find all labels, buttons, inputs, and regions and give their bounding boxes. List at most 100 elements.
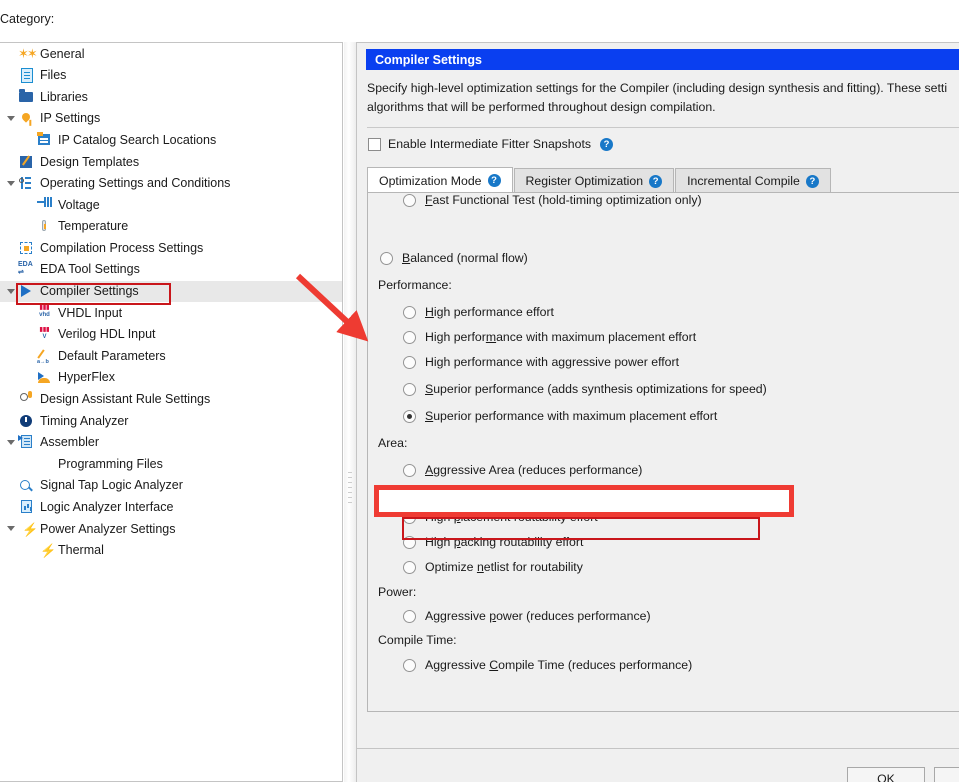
radio-high-packing-routability-effort[interactable]: High packing routability effort [403, 535, 583, 549]
category-tree[interactable]: ✶✶ General Files Libraries IP Settings IP Cat… [0, 42, 343, 782]
tree-item-verilog-hdl-input[interactable]: ▮▮▮ V Verilog HDL Input [0, 324, 342, 346]
tree-item-label: VHDL Input [58, 305, 123, 320]
tree-item-temperature[interactable]: Temperature [0, 216, 342, 238]
tree-item-voltage[interactable]: Voltage [0, 194, 342, 216]
radio-fast-functional-test-hold-timing-optimization-only[interactable]: Fast Functional Test (hold-timing optimi… [403, 193, 702, 207]
tree-item-operating-settings-and-conditions[interactable]: Operating Settings and Conditions [0, 173, 342, 195]
tree-item-timing-analyzer[interactable]: Timing Analyzer [0, 410, 342, 432]
design-assistant-icon [18, 391, 35, 407]
tree-item-general[interactable]: ✶✶ General [0, 43, 342, 65]
expand-collapse-icon[interactable] [4, 108, 18, 130]
tree-item-files[interactable]: Files [0, 65, 342, 87]
radio-label: Superior performance with maximum placem… [425, 409, 718, 423]
signal-tap-icon [18, 478, 35, 494]
tree-item-power-analyzer-settings[interactable]: Power Analyzer Settings [0, 518, 342, 540]
tree-item-label: Assembler [40, 435, 100, 450]
expand-collapse-icon[interactable] [4, 518, 18, 540]
tree-item-label: Thermal [58, 543, 104, 558]
eda-icon: EDA ⇌ [18, 260, 33, 276]
help-icon[interactable]: ? [649, 174, 663, 188]
tree-item-default-parameters[interactable]: Default Parameters [0, 345, 342, 367]
radio-button[interactable] [403, 560, 416, 574]
tree-item-libraries[interactable]: Libraries [0, 86, 342, 108]
help-icon[interactable]: ? [487, 174, 501, 187]
radio-button[interactable] [403, 463, 416, 477]
tab-optimization-mode[interactable]: Optimization Mode? [367, 167, 513, 193]
tree-item-signal-tap-logic-analyzer[interactable]: Signal Tap Logic Analyzer [0, 475, 342, 497]
radio-aggressive-area-reduces-performance[interactable]: Aggressive Area (reduces performance) [403, 463, 642, 477]
tree-item-ip-catalog-search-locations[interactable]: IP Catalog Search Locations [0, 129, 342, 151]
expand-collapse-icon[interactable] [4, 432, 18, 454]
radio-button[interactable] [403, 355, 416, 369]
tree-item-logic-analyzer-interface[interactable]: Logic Analyzer Interface [0, 496, 342, 518]
cancel-button[interactable]: C [934, 767, 959, 782]
tab-register-optimization[interactable]: Register Optimization? [513, 168, 675, 193]
radio-high-performance-effort[interactable]: High performance effort [403, 305, 554, 319]
tree-item-hyperflex[interactable]: HyperFlex [0, 367, 342, 389]
tree-item-vhdl-input[interactable]: ▮▮▮ vhd VHDL Input [0, 302, 342, 324]
radio-button[interactable] [403, 658, 416, 672]
tree-item-label: Files [40, 68, 67, 83]
tree-item-assembler[interactable]: Assembler [0, 432, 342, 454]
tree-item-label: Programming Files [58, 456, 163, 471]
radio-button[interactable] [403, 382, 416, 396]
dialog-footer: OK C [356, 748, 959, 782]
radio-high-performance-with-maximum-placement-effort[interactable]: High performance with maximum placement … [403, 330, 696, 344]
optimization-mode-tab-panel: Balanced (normal flow) Performance: High p… [367, 192, 959, 712]
radio-balanced-normal-flow[interactable]: Balanced (normal flow) [380, 251, 528, 265]
enable-intermediate-fitter-snapshots-checkbox[interactable] [368, 137, 381, 151]
radio-button[interactable] [403, 609, 416, 623]
tree-item-eda-tool-settings[interactable]: EDA ⇌ EDA Tool Settings [0, 259, 342, 281]
ok-button[interactable]: OK [847, 767, 925, 782]
tree-item-ip-settings[interactable]: IP Settings [0, 108, 342, 130]
enable-intermediate-fitter-snapshots-row[interactable]: Enable Intermediate Fitter Snapshots ? [368, 137, 614, 151]
tab-label: Incremental Compile [687, 174, 800, 188]
radio-superior-performance-with-maximum-placement-effort[interactable]: Superior performance with maximum placem… [403, 409, 717, 423]
tree-item-label: Default Parameters [58, 348, 166, 363]
tab-strip[interactable]: Optimization Mode? Register Optimization?… [367, 167, 959, 193]
tab-incremental-compile[interactable]: Incremental Compile? [675, 168, 831, 193]
radio-label: Optimize netlist for routability [425, 560, 583, 574]
radio-button[interactable] [403, 330, 416, 344]
radio-label: Superior performance (adds synthesis opt… [425, 382, 767, 396]
tree-item-thermal[interactable]: Thermal [0, 540, 342, 562]
tree-item-compiler-settings[interactable]: Compiler Settings [0, 280, 342, 303]
radio-high-performance-with-aggressive-power-effort[interactable]: High performance with aggressive power e… [403, 355, 679, 369]
radio-button[interactable] [403, 510, 416, 524]
radio-aggressive-compile-time-reduces-performance[interactable]: Aggressive Compile Time (reduces perform… [403, 658, 692, 672]
radio-button[interactable] [380, 251, 393, 265]
tree-item-design-assistant-rule-settings[interactable]: Design Assistant Rule Settings [0, 389, 342, 411]
radio-button[interactable] [403, 305, 416, 319]
radio-superior-performance-adds-synthesis-optimizations-for-speed[interactable]: Superior performance (adds synthesis opt… [403, 382, 767, 396]
tree-item-compilation-process-settings[interactable]: Compilation Process Settings [0, 237, 342, 259]
folder-icon [18, 88, 35, 105]
radio-high-placement-routability-effort[interactable]: High placement routability effort [403, 510, 598, 524]
group-label-compile-time: Compile Time: [378, 633, 457, 647]
radio-label: Fast Functional Test (hold-timing optimi… [425, 193, 702, 207]
radio-button[interactable] [403, 409, 416, 423]
bolt-icon [36, 542, 53, 558]
play-triangle-icon [18, 283, 35, 299]
expand-collapse-icon[interactable] [4, 173, 18, 195]
radio-label: Aggressive Compile Time (reduces perform… [425, 658, 693, 672]
tree-item-design-templates[interactable]: Design Templates [0, 151, 342, 173]
description-divider [367, 127, 959, 128]
help-icon[interactable]: ? [805, 174, 819, 188]
help-icon[interactable]: ? [600, 137, 614, 151]
panel-splitter[interactable] [344, 42, 356, 782]
radio-optimize-netlist-for-routability[interactable]: Optimize netlist for routability [403, 560, 583, 574]
radio-aggressive-power-reduces-performance[interactable]: Aggressive power (reduces performance) [403, 609, 651, 623]
tree-item-label: IP Catalog Search Locations [58, 132, 217, 147]
expand-collapse-icon[interactable] [4, 281, 18, 303]
tree-item-label: Signal Tap Logic Analyzer [40, 478, 183, 493]
radio-button[interactable] [403, 193, 416, 207]
radio-button[interactable] [403, 535, 416, 549]
tree-item-programming-files[interactable]: Programming Files [0, 453, 342, 475]
